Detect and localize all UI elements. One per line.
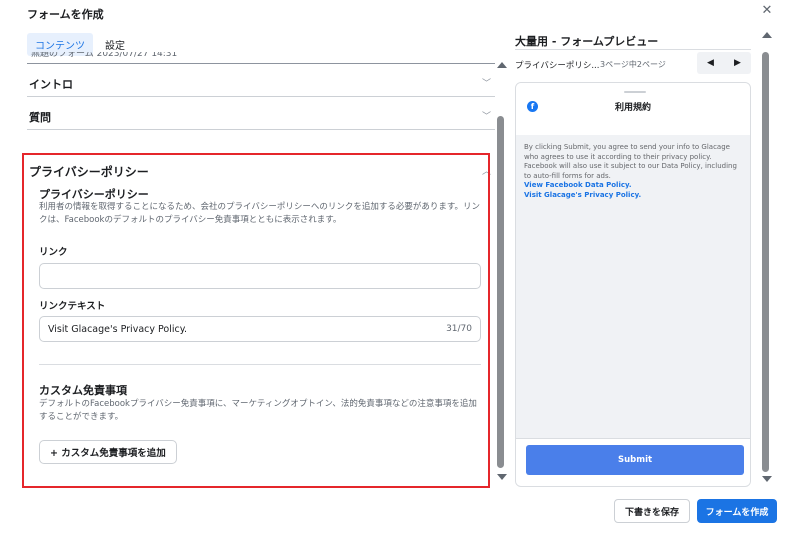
- scroll-thumb[interactable]: [762, 52, 769, 472]
- chevron-left-icon[interactable]: ◀: [707, 58, 714, 68]
- editor-scrollbar[interactable]: [495, 52, 507, 488]
- create-form-button[interactable]: フォームを作成: [697, 499, 777, 523]
- section-intro-label: イントロ: [29, 78, 73, 91]
- section-intro[interactable]: イントロ ﹀: [27, 64, 495, 97]
- submit-button[interactable]: Submit: [526, 445, 744, 475]
- grabber-handle: [624, 91, 646, 93]
- chevron-down-icon: ﹀: [481, 79, 491, 89]
- section-questions-label: 質問: [29, 111, 51, 124]
- phone-title: 利用規約: [614, 103, 651, 113]
- chevron-down-icon: ﹀: [481, 112, 491, 122]
- save-draft-button[interactable]: 下書きを保存: [614, 499, 690, 523]
- section-questions[interactable]: 質問 ﹀: [27, 97, 495, 130]
- phone-preview: f 利用規約 By clicking Submit, you agree to …: [515, 82, 751, 487]
- preview-page-name: プライバシーポリシ...: [515, 61, 600, 71]
- form-name-field[interactable]: 無題のフォーム 2023/07/27 14:31: [27, 52, 495, 64]
- phone-header: f 利用規約: [516, 83, 750, 135]
- scroll-up-arrow-icon[interactable]: [497, 62, 507, 68]
- divider: [515, 49, 751, 50]
- preview-title: 大量用 - フォームプレビュー: [515, 35, 659, 48]
- preview-page-count: 3ページ中2ページ: [600, 60, 666, 69]
- scroll-down-arrow-icon[interactable]: [762, 476, 772, 482]
- scroll-up-arrow-icon[interactable]: [762, 32, 772, 38]
- facebook-data-policy-link[interactable]: View Facebook Data Policy.: [524, 181, 744, 191]
- page-navigation: ◀ ▶: [697, 52, 751, 74]
- dialog-title: フォームを作成: [27, 8, 104, 21]
- privacy-policy-link[interactable]: Visit Glacage's Privacy Policy.: [524, 191, 744, 201]
- scroll-thumb[interactable]: [497, 116, 504, 468]
- chevron-right-icon[interactable]: ▶: [734, 58, 741, 68]
- scroll-down-arrow-icon[interactable]: [497, 474, 507, 480]
- phone-footer: Submit: [516, 438, 750, 486]
- preview-scrollbar[interactable]: [760, 32, 772, 488]
- close-icon[interactable]: ✕: [760, 4, 774, 18]
- disclaimer-body: By clicking Submit, you agree to send yo…: [524, 143, 737, 180]
- highlight-box: [22, 153, 490, 488]
- privacy-disclaimer-text: By clicking Submit, you agree to send yo…: [524, 143, 744, 200]
